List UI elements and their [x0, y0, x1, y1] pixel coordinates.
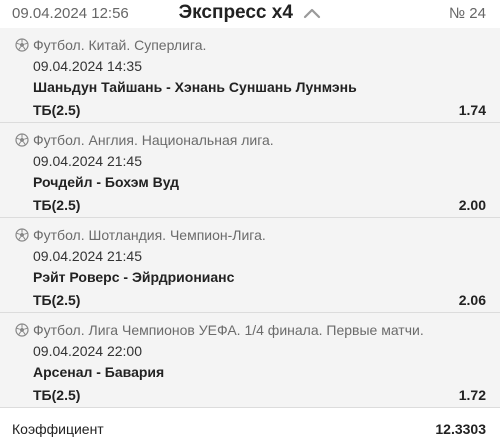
bet-odds: 2.06: [458, 292, 486, 308]
bet-odds: 2.00: [458, 197, 486, 213]
total-odds-row: Коэффициент 12.3303: [0, 408, 500, 443]
bet-item: Футбол. Шотландия. Чемпион-Лига. 09.04.2…: [0, 218, 500, 313]
soccer-ball-icon: [15, 323, 29, 337]
bet-slip-header: 09.04.2024 12:56 Экспресс x4 № 24: [0, 0, 500, 28]
express-toggle[interactable]: Экспресс x4: [0, 2, 500, 24]
bet-odds: 1.72: [458, 387, 486, 403]
match-teams: Рэйт Роверс - Эйрдрионианс: [33, 269, 235, 285]
bet-market: ТБ(2.5): [33, 387, 81, 403]
express-title: Экспресс x4: [178, 2, 293, 23]
league-row: Футбол. Китай. Суперлига.: [15, 37, 206, 53]
league-name: Футбол. Лига Чемпионов УЕФА. 1/4 финала.…: [33, 322, 424, 338]
bet-market: ТБ(2.5): [33, 102, 81, 118]
match-time: 09.04.2024 21:45: [33, 248, 142, 264]
soccer-ball-icon: [15, 38, 29, 52]
bet-market: ТБ(2.5): [33, 197, 81, 213]
bet-item: Футбол. Англия. Национальная лига. 09.04…: [0, 123, 500, 218]
total-odds-label: Коэффициент: [12, 421, 104, 437]
match-time: 09.04.2024 14:35: [33, 58, 142, 74]
bet-odds: 1.74: [458, 102, 486, 118]
bet-list: Футбол. Китай. Суперлига. 09.04.2024 14:…: [0, 28, 500, 408]
league-name: Футбол. Англия. Национальная лига.: [33, 132, 274, 148]
match-teams: Шаньдун Тайшань - Хэнань Суншань Лунмэнь: [33, 79, 357, 95]
bet-number: № 24: [449, 5, 486, 22]
league-name: Футбол. Китай. Суперлига.: [33, 37, 207, 53]
match-teams: Рочдейл - Бохэм Вуд: [33, 174, 180, 190]
match-teams: Арсенал - Бавария: [33, 364, 165, 380]
soccer-ball-icon: [15, 133, 29, 147]
soccer-ball-icon: [15, 228, 29, 242]
bet-market: ТБ(2.5): [33, 292, 81, 308]
match-time: 09.04.2024 21:45: [33, 153, 142, 169]
match-time: 09.04.2024 22:00: [33, 343, 142, 359]
bet-item: Футбол. Лига Чемпионов УЕФА. 1/4 финала.…: [0, 313, 500, 408]
league-name: Футбол. Шотландия. Чемпион-Лига.: [33, 227, 266, 243]
league-row: Футбол. Шотландия. Чемпион-Лига.: [15, 227, 266, 243]
league-row: Футбол. Англия. Национальная лига.: [15, 132, 274, 148]
chevron-up-icon[interactable]: [303, 7, 321, 19]
total-odds-value: 12.3303: [435, 421, 486, 437]
bet-item: Футбол. Китай. Суперлига. 09.04.2024 14:…: [0, 28, 500, 123]
league-row: Футбол. Лига Чемпионов УЕФА. 1/4 финала.…: [15, 322, 424, 338]
